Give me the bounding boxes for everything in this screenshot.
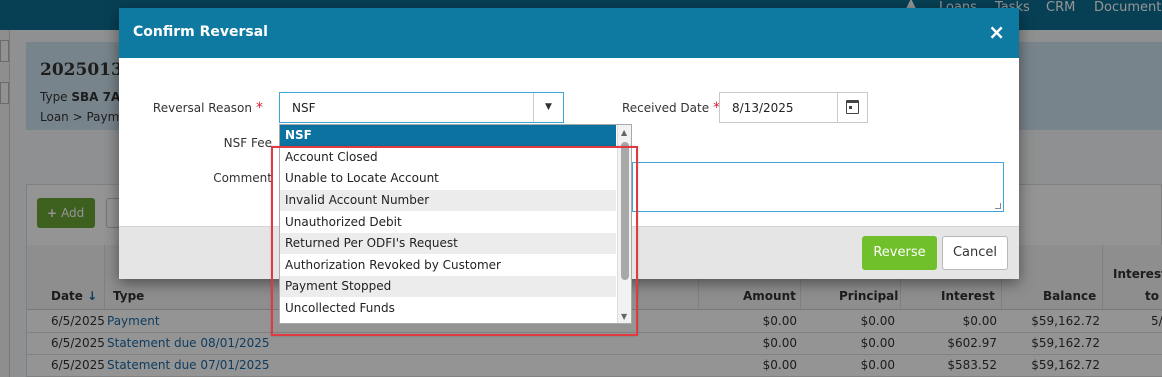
dialog-header: Confirm Reversal × [119, 8, 1019, 58]
scroll-up-icon[interactable]: ▲ [621, 128, 627, 137]
reversal-reason-select[interactable]: NSF ▼ [279, 92, 564, 123]
received-date-label: Received Date * [622, 100, 721, 116]
cancel-button[interactable]: Cancel [942, 236, 1008, 270]
reversal-reason-label: Reversal Reason * [152, 100, 263, 116]
resize-handle[interactable] [995, 203, 1001, 209]
comment-textarea[interactable] [632, 162, 1004, 212]
comment-label: Comment [213, 171, 272, 185]
calendar-icon [846, 100, 859, 114]
received-date-value: 8/13/2025 [732, 101, 794, 115]
highlight-box [271, 146, 638, 336]
dialog-title: Confirm Reversal [133, 24, 268, 40]
option-nsf[interactable]: NSF [280, 125, 616, 146]
required-asterisk: * [256, 100, 263, 116]
received-date-input[interactable]: 8/13/2025 [719, 92, 868, 123]
calendar-button[interactable] [837, 93, 867, 122]
reverse-button[interactable]: Reverse [862, 236, 937, 270]
reversal-reason-value: NSF [292, 101, 316, 115]
close-icon[interactable]: × [988, 20, 1005, 44]
nsf-fee-label: NSF Fee [223, 136, 272, 150]
chevron-down-icon[interactable]: ▼ [533, 93, 563, 122]
